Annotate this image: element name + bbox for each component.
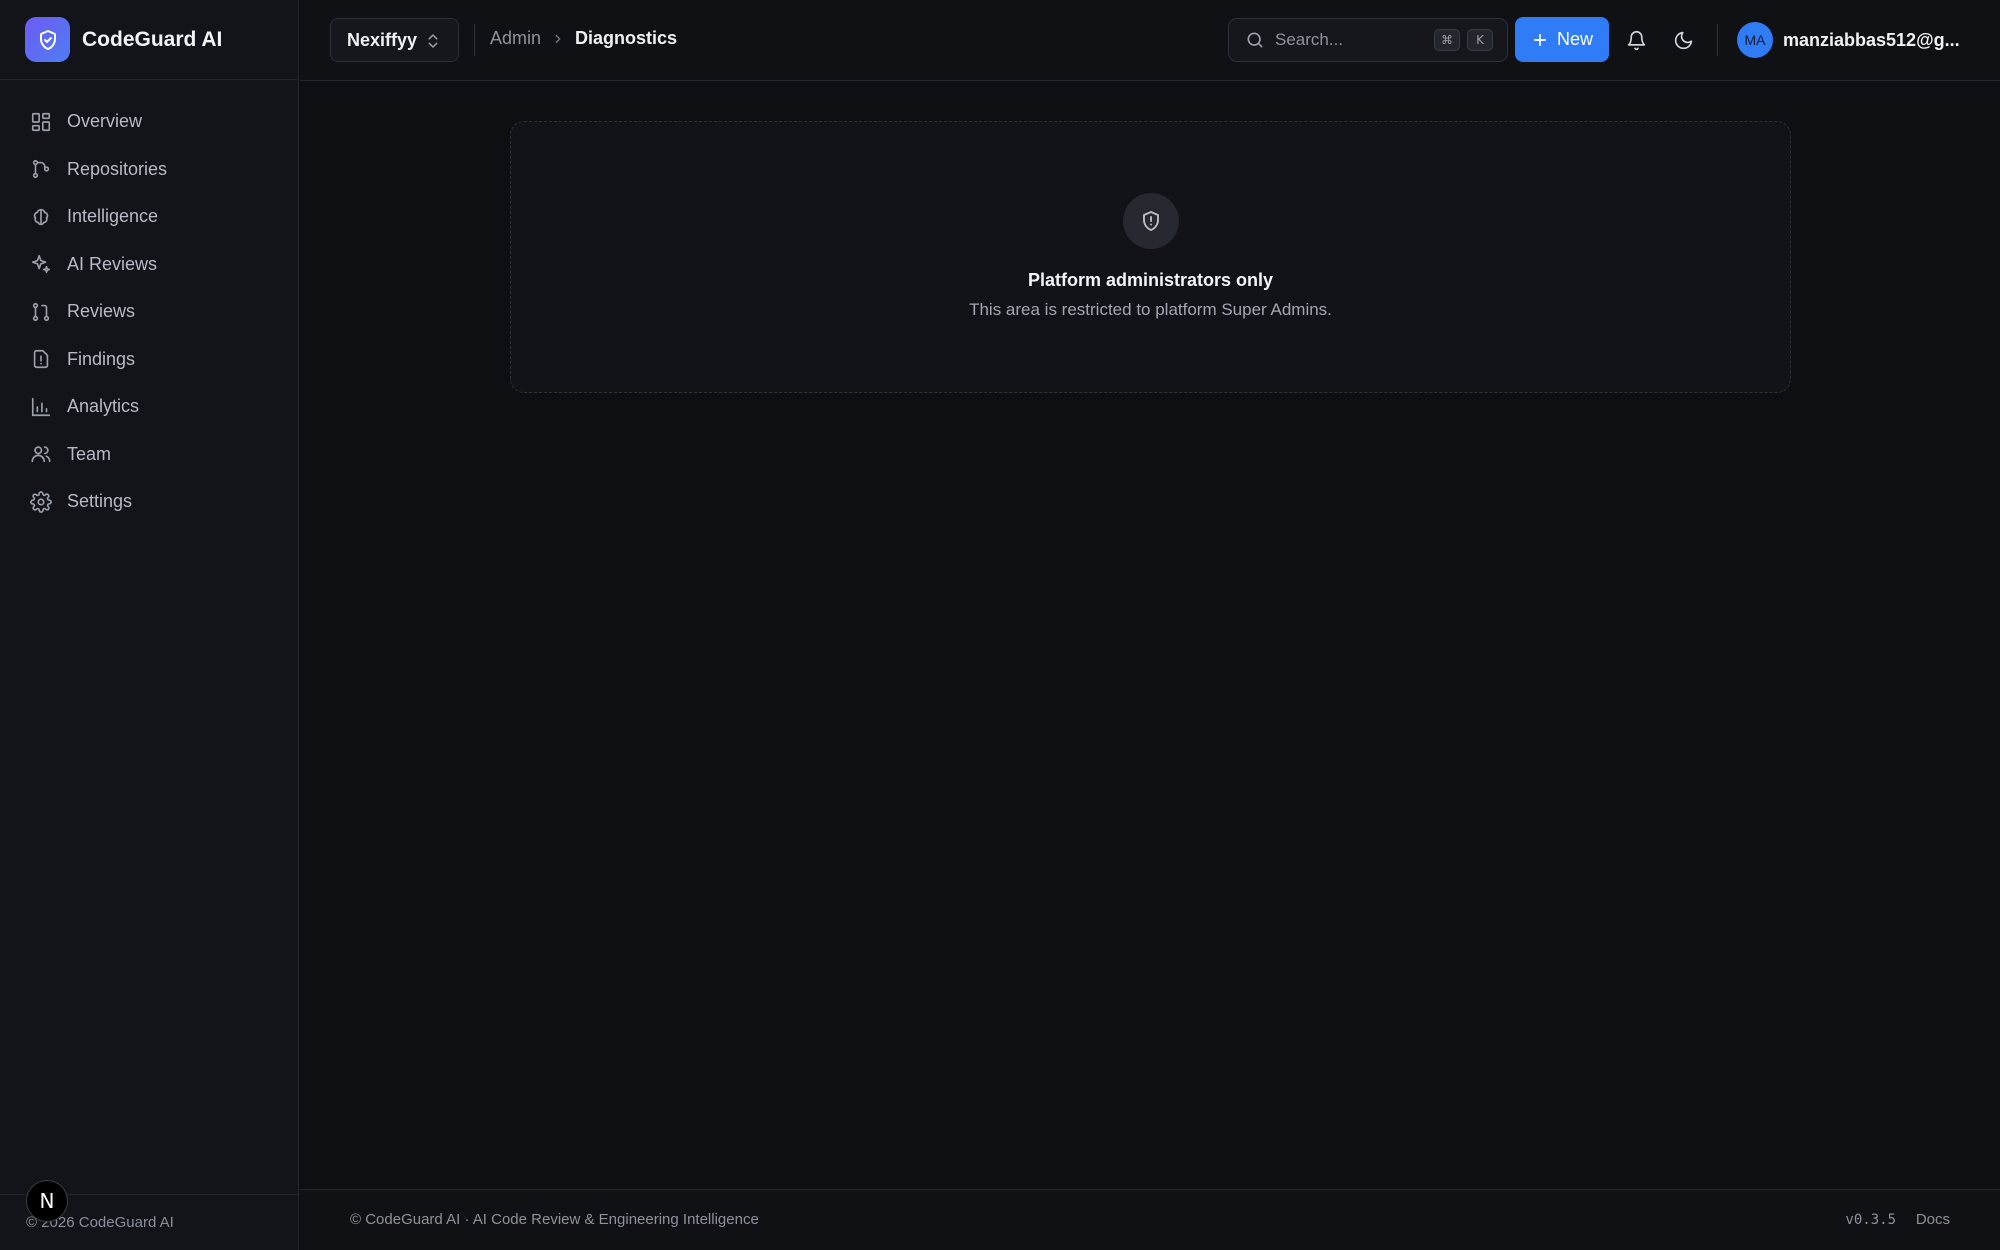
dev-tools-badge[interactable]: N [26,1180,68,1222]
sidebar-item-label: Repositories [67,158,168,179]
footer-version: v0.3.5 [1845,1212,1896,1228]
sidebar-item-team[interactable]: Team [0,431,298,479]
layout-dashboard-icon [31,112,51,131]
user-email: manziabbas512@g... [1783,29,1960,50]
sidebar-nav: Overview Repositories Intelligence AI Re… [0,80,298,526]
shield-alert-icon [1123,193,1179,249]
card-title: Platform administrators only [1027,270,1274,290]
brand[interactable]: CodeGuard AI [0,0,298,80]
breadcrumb-admin-link[interactable]: Admin [490,28,541,49]
git-pull-request-icon [32,302,50,321]
sidebar-item-label: Analytics [67,396,140,417]
sidebar-item-label: Findings [67,348,136,369]
new-button[interactable]: New [1515,17,1609,62]
bell-icon [1627,30,1645,50]
brain-icon [33,208,49,225]
sidebar-item-label: Overview [67,111,143,132]
sidebar: CodeGuard AI Overview Repositories Intel… [0,0,299,1250]
sidebar-item-settings[interactable]: Settings [0,478,298,526]
sidebar-item-label: Settings [67,491,133,512]
breadcrumb: Admin Diagnostics [490,28,677,49]
footer-docs-link[interactable]: Docs [1916,1211,1950,1228]
theme-toggle-button[interactable] [1665,22,1701,58]
header-divider [1717,24,1718,56]
shield-logo-icon [25,17,70,62]
git-branch-icon [32,160,50,179]
file-alert-icon [33,350,49,369]
org-name: Nexiffyy [347,29,418,50]
sidebar-item-label: Reviews [67,301,136,322]
plus-icon [1533,33,1547,46]
bar-chart-icon [31,397,51,416]
sidebar-item-overview[interactable]: Overview [0,98,298,146]
chevron-right-icon [551,32,565,46]
restricted-access-card: Platform administrators only This area i… [510,121,1791,393]
page-footer: © CodeGuard AI · AI Code Review & Engine… [300,1189,2000,1250]
sidebar-item-intelligence[interactable]: Intelligence [0,193,298,241]
search-icon [1247,32,1263,48]
shortcut-mod-key: ⌘ [1434,29,1460,51]
top-header: Nexiffyy Admin Diagnostics ⌘ K New [300,0,2000,81]
search-input[interactable] [1275,30,1425,50]
sidebar-item-reviews[interactable]: Reviews [0,288,298,336]
main-content: Platform administrators only This area i… [300,81,2000,1189]
card-description: This area is restricted to platform Supe… [969,300,1332,319]
footer-copyright: © CodeGuard AI · AI Code Review & Engine… [350,1211,759,1228]
sparkles-icon [31,255,51,274]
shortcut-k-key: K [1467,29,1493,51]
org-switcher[interactable]: Nexiffyy [330,18,459,62]
new-button-label: New [1556,29,1593,49]
notifications-button[interactable] [1618,22,1654,58]
search-box[interactable]: ⌘ K [1228,18,1508,62]
sidebar-item-label: AI Reviews [67,253,158,274]
users-icon [31,446,51,463]
sidebar-item-analytics[interactable]: Analytics [0,383,298,431]
badge-letter: N [39,1189,55,1213]
app-root: CodeGuard AI Overview Repositories Intel… [0,0,2000,1250]
sidebar-item-label: Intelligence [67,206,159,227]
sidebar-item-findings[interactable]: Findings [0,336,298,384]
user-menu[interactable]: MA manziabbas512@g... [1737,22,1960,58]
brand-name: CodeGuard AI [82,27,223,51]
chevrons-up-down-icon [428,34,438,48]
avatar: MA [1737,22,1773,58]
header-divider [474,24,475,56]
sidebar-item-ai-reviews[interactable]: AI Reviews [0,241,298,289]
breadcrumb-current: Diagnostics [575,28,678,48]
gear-icon [30,490,52,513]
moon-icon [1674,31,1692,49]
sidebar-item-label: Team [67,443,112,464]
sidebar-item-repositories[interactable]: Repositories [0,146,298,194]
